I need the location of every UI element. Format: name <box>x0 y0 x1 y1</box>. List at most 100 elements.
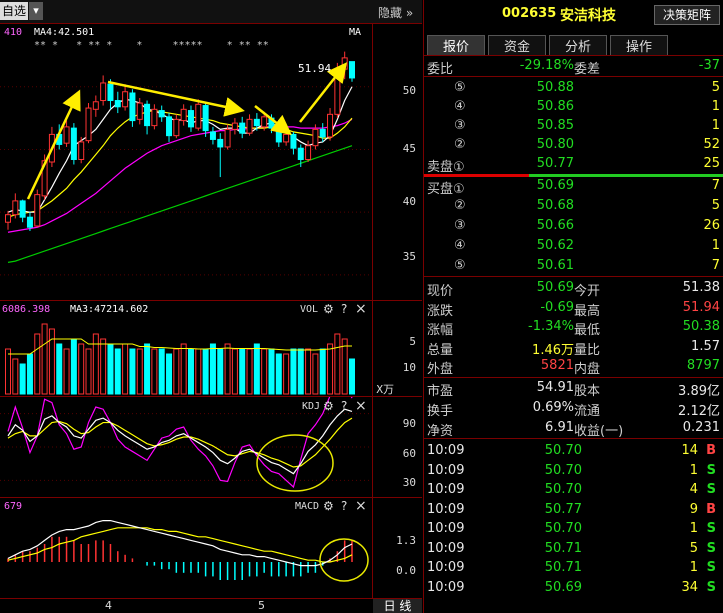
gear-icon[interactable]: ⚙ <box>323 399 334 413</box>
candle-body <box>85 107 92 142</box>
kdj-chart[interactable] <box>0 397 372 497</box>
trade-volume: 14 <box>681 443 698 458</box>
fundamental-row: 市盈 54.91 股本 3.89亿 <box>424 378 723 399</box>
candle-body <box>180 108 187 122</box>
bid-price: 50.61 <box>536 258 574 273</box>
bid-row: 买盘① 50.69 7 <box>424 176 723 197</box>
volume-bar <box>305 348 312 395</box>
bid-row: ⑤ 50.61 7 <box>424 256 723 276</box>
candle-body <box>327 113 334 138</box>
ask-volume: 1 <box>711 118 720 133</box>
candle-body <box>209 131 216 140</box>
stat-label: 涨跌 <box>427 303 454 319</box>
weibi-value: -29.18% <box>519 58 574 73</box>
stock-code: 002635 <box>502 6 557 21</box>
macd-panel[interactable]: 679 MACD ⚙ ? × <box>0 498 372 598</box>
price-tick: 50 <box>402 84 416 97</box>
candle-body <box>63 126 70 144</box>
volume-bar <box>195 348 202 395</box>
watchlist-button[interactable]: 自选 <box>0 2 28 20</box>
candle-body <box>224 128 231 148</box>
trade-side: S <box>706 462 716 478</box>
volume-bar <box>85 348 92 395</box>
kdj-panel[interactable]: KDJ ⚙ ? × <box>0 397 372 497</box>
volume-bar <box>173 348 180 395</box>
watchlist-dropdown-icon[interactable]: ▾ <box>29 2 43 20</box>
period-button[interactable]: 日 线 <box>373 599 422 613</box>
gear-icon[interactable]: ⚙ <box>323 302 334 316</box>
tab-analysis[interactable]: 分析 <box>549 35 607 55</box>
price-axis: 50 45 40 35 <box>372 24 422 300</box>
stat-label: 外盘 <box>427 362 454 377</box>
quote-panel: 002635 安洁科技 决策矩阵 报价 资金 分析 操作 委比 -29.18% … <box>423 0 723 613</box>
volume-chart[interactable] <box>0 301 372 396</box>
volume-panel[interactable]: 6086.398 MA3:47214.602 VOL ⚙ ? × <box>0 301 372 396</box>
x-axis: 4 5 <box>0 599 372 613</box>
trade-volume: 1 <box>689 521 698 536</box>
candle-body <box>319 128 326 138</box>
tab-funds[interactable]: 资金 <box>488 35 546 55</box>
stat-row: 涨幅 -1.34% 最低 50.38 <box>424 317 723 338</box>
price-chart-panel[interactable]: 410 MA4:42.501 MA ** * * ** * * ***** * … <box>0 24 372 300</box>
volume-bar <box>341 338 348 395</box>
stat-row: 总量 1.46万 量比 1.57 <box>424 337 723 358</box>
volume-bar <box>5 348 11 395</box>
tab-quote[interactable]: 报价 <box>427 35 485 55</box>
candle-body <box>261 116 268 128</box>
gear-icon[interactable]: ⚙ <box>323 499 334 513</box>
decision-matrix-button[interactable]: 决策矩阵 <box>654 5 720 25</box>
trade-time: 10:09 <box>427 462 465 478</box>
candle-body <box>166 116 173 137</box>
candle-body <box>275 127 282 143</box>
trade-side: S <box>706 521 716 536</box>
stat-label: 涨幅 <box>427 323 454 338</box>
volume-bar <box>151 348 158 395</box>
fundamental-label: 换手 <box>427 404 454 419</box>
close-icon[interactable]: × <box>355 498 367 514</box>
weicha-label: 委差 <box>574 62 601 77</box>
ask-label: ③ <box>454 118 466 133</box>
trade-price: 50.70 <box>544 482 582 497</box>
macd-chart[interactable] <box>0 498 372 598</box>
trade-price: 50.71 <box>544 560 582 575</box>
stat-row: 涨跌 -0.69 最高 51.94 <box>424 298 723 319</box>
trade-row: 10:09 50.77 9 B <box>424 500 723 520</box>
volume-bar <box>217 348 224 395</box>
volume-bar <box>122 343 129 395</box>
candle-body <box>246 118 253 134</box>
divider <box>424 438 723 439</box>
fundamental-row: 净资 6.91 收益(一) 0.231 <box>424 418 723 439</box>
bid-volume: 5 <box>711 198 720 213</box>
candle-body <box>12 200 19 216</box>
candle-body <box>187 110 194 128</box>
trade-time: 10:09 <box>427 540 465 556</box>
hide-panel-button[interactable]: 隐藏 » <box>378 4 413 21</box>
candle-body <box>19 200 26 218</box>
candle-body <box>70 127 77 160</box>
fundamental-value: 54.91 <box>536 380 574 395</box>
ask-label: 卖盘① <box>427 160 465 175</box>
help-icon[interactable]: ? <box>341 399 347 413</box>
bid-price: 50.68 <box>536 198 574 213</box>
volume-bar <box>297 348 304 395</box>
volume-bar <box>224 343 231 395</box>
close-icon[interactable]: × <box>355 301 367 317</box>
stat-label: 最低 <box>574 323 601 338</box>
divider <box>424 276 723 277</box>
kdj-tick: 30 <box>402 476 416 489</box>
help-icon[interactable]: ? <box>341 302 347 316</box>
vol-panel-name: VOL <box>300 304 319 315</box>
help-icon[interactable]: ? <box>341 499 347 513</box>
candle-body <box>107 83 114 102</box>
tab-operation[interactable]: 操作 <box>610 35 668 55</box>
ask-volume: 25 <box>703 156 720 171</box>
candle-body <box>231 122 238 130</box>
fundamental-value: 0.69% <box>532 400 574 415</box>
trade-row: 10:09 50.69 34 S <box>424 578 723 598</box>
volume-axis: 10 5 X万 <box>372 301 422 396</box>
stat-label: 今开 <box>574 284 601 299</box>
candle-body <box>297 147 304 160</box>
volume-bar <box>239 348 246 395</box>
close-icon[interactable]: × <box>355 398 367 414</box>
vol-tick: 5 <box>409 335 416 348</box>
